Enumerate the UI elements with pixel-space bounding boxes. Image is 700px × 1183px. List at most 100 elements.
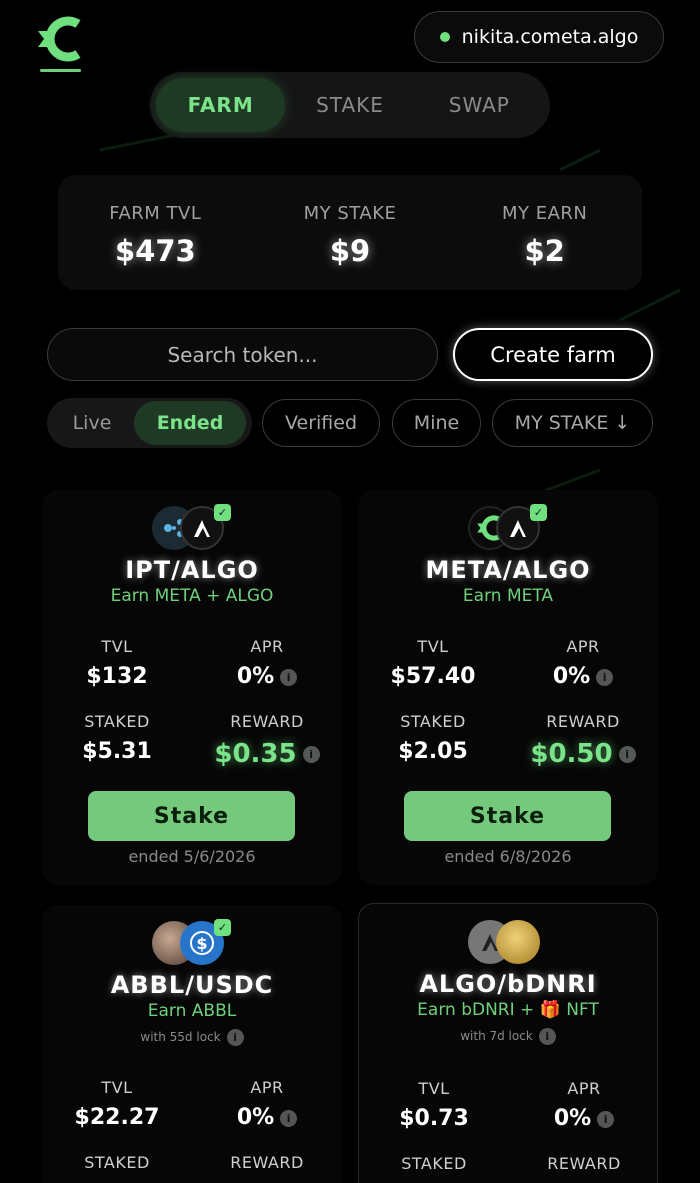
- metric-value: $5.31: [82, 739, 152, 764]
- info-icon[interactable]: i: [280, 1109, 298, 1127]
- tab-stake[interactable]: STAKE: [285, 78, 414, 132]
- metric-value-row: $0.50 i: [508, 739, 658, 769]
- info-icon[interactable]: i: [618, 746, 636, 763]
- stat-value: $473: [114, 234, 196, 268]
- tvl-metric: TVL $57.40: [358, 637, 508, 689]
- stats-panel: FARM TVL $473 MY STAKE $9 MY EARN $2: [58, 175, 642, 290]
- apr-metric: APR 0% i: [509, 1079, 659, 1131]
- main-tabs: FARM STAKE SWAP: [150, 72, 550, 138]
- stat-label: MY EARN: [501, 203, 588, 224]
- verified-badge-icon: ✓: [530, 504, 547, 521]
- staked-metric: STAKED: [359, 1154, 509, 1173]
- metric-value: $57.40: [390, 664, 476, 689]
- sort-dropdown[interactable]: MY STAKE ↓: [492, 399, 653, 447]
- search-input[interactable]: Search token...: [47, 328, 438, 381]
- wallet-address: nikita.cometa.algo: [461, 26, 639, 48]
- lock-info: with 55d lock i: [42, 1029, 342, 1046]
- stat-farm-tvl: FARM TVL $473: [58, 175, 253, 290]
- token-icons: [463, 920, 553, 970]
- reward-metric: REWARD $0.50 i: [508, 712, 658, 769]
- metric-label: REWARD: [547, 1154, 621, 1173]
- verified-badge-icon: ✓: [214, 504, 231, 521]
- info-icon[interactable]: i: [597, 1110, 615, 1128]
- info-icon[interactable]: i: [596, 668, 614, 686]
- app-logo[interactable]: [36, 14, 86, 74]
- info-icon[interactable]: i: [302, 746, 320, 763]
- tab-swap[interactable]: SWAP: [415, 78, 544, 132]
- metric-value: 0%: [553, 1106, 592, 1131]
- metric-value: $0.50: [530, 739, 613, 769]
- metric-label: TVL: [101, 637, 133, 656]
- ended-date: ended 5/6/2026: [128, 847, 256, 866]
- stat-value: $9: [329, 234, 371, 268]
- info-icon[interactable]: i: [538, 1028, 556, 1045]
- metric-label: STAKED: [84, 1153, 150, 1172]
- wallet-button[interactable]: nikita.cometa.algo: [414, 11, 664, 63]
- metric-value-row: 0% i: [192, 1105, 342, 1130]
- metric-label: APR: [250, 637, 284, 656]
- info-icon[interactable]: i: [226, 1029, 244, 1046]
- metric-label: TVL: [418, 1079, 450, 1098]
- tvl-metric: TVL $132: [42, 637, 192, 689]
- farm-card: $ ✓ ABBL/USDC Earn ABBL with 55d lock i T…: [42, 905, 342, 1183]
- metric-label: STAKED: [84, 712, 150, 731]
- metric-value-row: 0% i: [509, 1106, 659, 1131]
- tvl-metric: TVL $0.73: [359, 1079, 509, 1131]
- farm-pair-title: ALGO/bDNRI: [419, 970, 597, 998]
- farm-earn-text: Earn META + ALGO: [110, 586, 274, 606]
- info-icon[interactable]: i: [280, 668, 298, 686]
- metric-label: APR: [567, 1079, 601, 1098]
- metric-value: 0%: [236, 1105, 275, 1130]
- metric-value: 0%: [236, 664, 275, 689]
- create-farm-button[interactable]: Create farm: [453, 328, 653, 381]
- filter-live[interactable]: Live: [50, 401, 134, 445]
- search-placeholder: Search token...: [167, 342, 318, 367]
- filter-verified[interactable]: Verified: [262, 399, 380, 447]
- metric-label: STAKED: [401, 1154, 467, 1173]
- stat-label: FARM TVL: [109, 203, 202, 224]
- token-icons: $ ✓: [147, 919, 237, 971]
- metric-label: TVL: [101, 1078, 133, 1097]
- stake-button[interactable]: Stake: [404, 791, 611, 841]
- farm-earn-text: Earn bDNRI + 🎁 NFT: [417, 1000, 599, 1020]
- logo-icon: [38, 16, 81, 62]
- lock-text: with 55d lock: [140, 1030, 221, 1044]
- farm-earn-text: Earn ABBL: [147, 1001, 237, 1021]
- farm-pair-title: IPT/ALGO: [125, 556, 259, 584]
- metric-label: REWARD: [230, 712, 304, 731]
- staked-metric: STAKED $5.31: [42, 712, 192, 764]
- apr-metric: APR 0% i: [192, 637, 342, 689]
- token-icons: ✓: [463, 504, 553, 556]
- reward-metric: REWARD: [192, 1153, 342, 1172]
- filter-mine[interactable]: Mine: [392, 399, 481, 447]
- metric-value: $0.73: [399, 1106, 469, 1131]
- lock-text: with 7d lock: [460, 1029, 533, 1043]
- status-toggle: Live Ended: [47, 398, 252, 448]
- svg-text:$: $: [196, 934, 207, 953]
- farm-earn-text: Earn META: [462, 586, 554, 606]
- farm-card: ✓ IPT/ALGO Earn META + ALGO TVL $132 APR…: [42, 490, 342, 885]
- metric-value-row: $0.35 i: [192, 739, 342, 769]
- tab-farm[interactable]: FARM: [156, 78, 286, 132]
- stat-label: MY STAKE: [303, 203, 397, 224]
- metric-value: $2.05: [398, 739, 468, 764]
- staked-metric: STAKED $2.05: [358, 712, 508, 764]
- bdnri-token-icon: [496, 920, 540, 964]
- token-icons: ✓: [147, 504, 237, 556]
- metric-label: TVL: [417, 637, 449, 656]
- farm-card: ALGO/bDNRI Earn bDNRI + 🎁 NFT with 7d lo…: [358, 903, 658, 1183]
- logo-underline: [40, 69, 81, 72]
- stake-button[interactable]: Stake: [88, 791, 295, 841]
- reward-metric: REWARD: [509, 1154, 659, 1173]
- filter-ended[interactable]: Ended: [134, 401, 246, 445]
- metric-value: $132: [86, 664, 148, 689]
- metric-label: STAKED: [400, 712, 466, 731]
- reward-metric: REWARD $0.35 i: [192, 712, 342, 769]
- farm-card: ✓ META/ALGO Earn META TVL $57.40 APR 0% i…: [358, 490, 658, 885]
- connected-dot-icon: [439, 32, 450, 42]
- staked-metric: STAKED: [42, 1153, 192, 1172]
- metric-label: REWARD: [546, 712, 620, 731]
- ended-date: ended 6/8/2026: [444, 847, 572, 866]
- verified-badge-icon: ✓: [214, 919, 231, 936]
- metric-label: REWARD: [230, 1153, 304, 1172]
